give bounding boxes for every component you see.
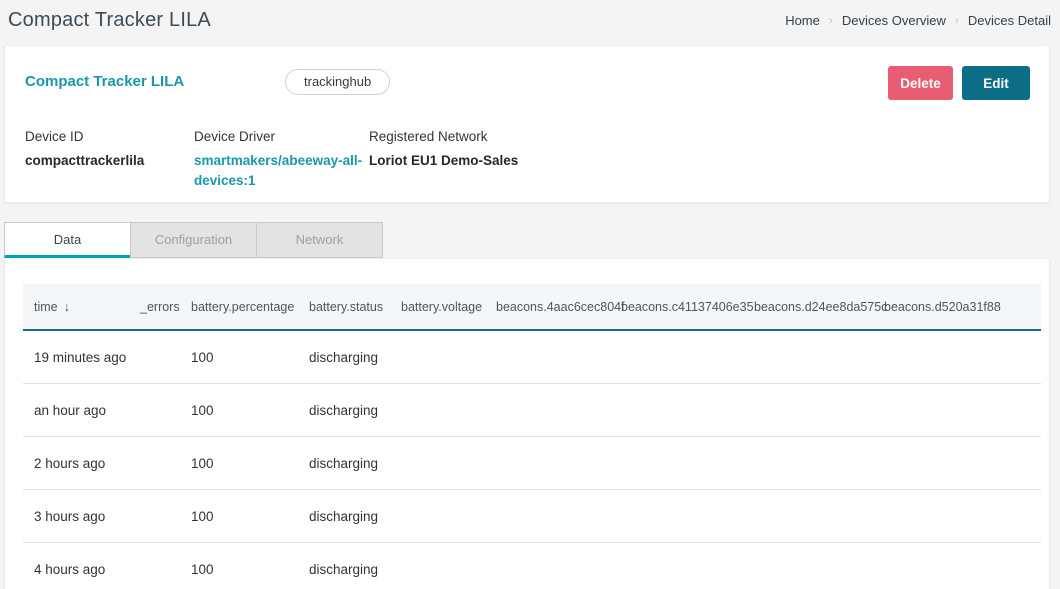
cell-battery-percentage: 100 (191, 403, 309, 418)
cell-battery-percentage: 100 (191, 456, 309, 471)
column-header-battery-percentage[interactable]: battery.percentage (191, 300, 309, 314)
tab-strip: Data Configuration Network (4, 222, 1060, 258)
device-driver-field: Device Driver smartmakers/abeeway-all-de… (194, 129, 369, 191)
tab-data[interactable]: Data (4, 222, 131, 258)
breadcrumb-item-devices-overview[interactable]: Devices Overview (842, 13, 946, 28)
column-header-beacon-3[interactable]: beacons.d24ee8da575c (754, 300, 884, 314)
cell-time: 4 hours ago (34, 562, 140, 577)
cell-battery-percentage: 100 (191, 350, 309, 365)
registered-network-field: Registered Network Loriot EU1 Demo-Sales (369, 129, 518, 191)
cell-battery-status: discharging (309, 509, 401, 524)
table-row[interactable]: 2 hours ago 100 discharging (23, 437, 1041, 490)
device-id-value: compacttrackerlila (25, 151, 194, 171)
page-title: Compact Tracker LILA (8, 9, 211, 32)
table-row[interactable]: 19 minutes ago 100 discharging (23, 331, 1041, 384)
device-driver-link[interactable]: smartmakers/abeeway-all-devices:1 (194, 151, 366, 191)
device-fields: Device ID compacttrackerlila Device Driv… (25, 129, 518, 191)
device-id-field: Device ID compacttrackerlila (25, 129, 194, 191)
column-header-errors[interactable]: _errors (140, 300, 191, 314)
data-table: time ↓ _errors battery.percentage battery… (23, 284, 1041, 589)
breadcrumb: Home › Devices Overview › Devices Detail (785, 13, 1052, 28)
top-bar: Compact Tracker LILA Home › Devices Over… (0, 0, 1060, 40)
column-header-beacon-4[interactable]: beacons.d520a31f88 (884, 300, 1041, 314)
chevron-right-icon: › (955, 13, 959, 27)
field-label: Device ID (25, 129, 194, 144)
chevron-right-icon: › (829, 13, 833, 27)
table-row[interactable]: 4 hours ago 100 discharging (23, 543, 1041, 589)
cell-battery-status: discharging (309, 456, 401, 471)
breadcrumb-item-devices-detail: Devices Detail (968, 13, 1051, 28)
column-header-time[interactable]: time ↓ (34, 299, 140, 314)
device-card: Compact Tracker LILA trackinghub Delete … (4, 45, 1050, 203)
cell-time: 3 hours ago (34, 509, 140, 524)
column-header-label: time (34, 300, 58, 314)
table-header-row: time ↓ _errors battery.percentage battery… (23, 284, 1041, 331)
device-title: Compact Tracker LILA (25, 73, 184, 90)
field-label: Registered Network (369, 129, 518, 144)
tab-configuration[interactable]: Configuration (130, 222, 257, 258)
delete-button[interactable]: Delete (888, 66, 953, 100)
column-header-battery-status[interactable]: battery.status (309, 300, 401, 314)
edit-button[interactable]: Edit (962, 66, 1030, 100)
cell-battery-status: discharging (309, 403, 401, 418)
tab-network[interactable]: Network (256, 222, 383, 258)
data-panel: time ↓ _errors battery.percentage battery… (4, 258, 1050, 589)
sort-desc-icon: ↓ (64, 299, 71, 314)
cell-battery-status: discharging (309, 562, 401, 577)
device-tag-badge: trackinghub (285, 69, 390, 95)
cell-battery-status: discharging (309, 350, 401, 365)
cell-time: 2 hours ago (34, 456, 140, 471)
breadcrumb-item-home[interactable]: Home (785, 13, 820, 28)
cell-time: 19 minutes ago (34, 350, 140, 365)
column-header-beacon-1[interactable]: beacons.4aac6cec804f (496, 300, 621, 314)
cell-battery-percentage: 100 (191, 509, 309, 524)
column-header-beacon-2[interactable]: beacons.c41137406e35 (621, 300, 754, 314)
device-actions: Delete Edit (888, 66, 1030, 100)
cell-time: an hour ago (34, 403, 140, 418)
field-label: Device Driver (194, 129, 369, 144)
cell-battery-percentage: 100 (191, 562, 309, 577)
column-header-battery-voltage[interactable]: battery.voltage (401, 300, 496, 314)
table-row[interactable]: 3 hours ago 100 discharging (23, 490, 1041, 543)
registered-network-value: Loriot EU1 Demo-Sales (369, 151, 518, 171)
table-row[interactable]: an hour ago 100 discharging (23, 384, 1041, 437)
